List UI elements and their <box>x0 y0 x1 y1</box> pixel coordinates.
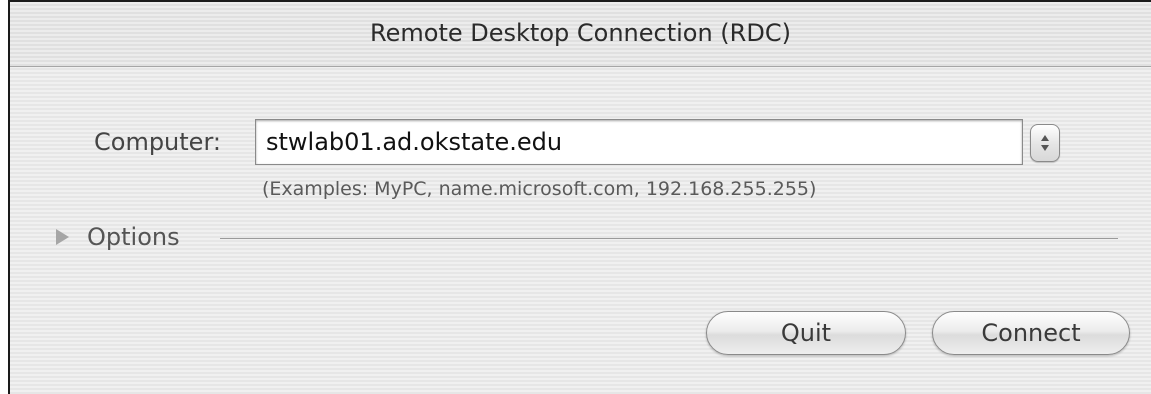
options-divider <box>220 238 1118 239</box>
quit-button[interactable]: Quit <box>706 311 906 355</box>
rdc-window: Remote Desktop Connection (RDC) Computer… <box>8 0 1151 394</box>
computer-label: Computer: <box>94 128 221 156</box>
connect-button[interactable]: Connect <box>932 311 1130 355</box>
stepper-down-icon[interactable] <box>1041 145 1049 151</box>
computer-examples-hint: (Examples: MyPC, name.microsoft.com, 192… <box>262 178 817 200</box>
title-bar[interactable]: Remote Desktop Connection (RDC) <box>10 2 1151 67</box>
stepper-up-icon[interactable] <box>1041 135 1049 141</box>
computer-history-stepper[interactable] <box>1030 124 1060 162</box>
options-label[interactable]: Options <box>87 223 180 251</box>
computer-input[interactable] <box>255 119 1023 165</box>
options-disclosure[interactable]: Options <box>56 223 180 251</box>
window-title: Remote Desktop Connection (RDC) <box>370 19 791 47</box>
disclosure-triangle-right-icon[interactable] <box>56 229 69 245</box>
